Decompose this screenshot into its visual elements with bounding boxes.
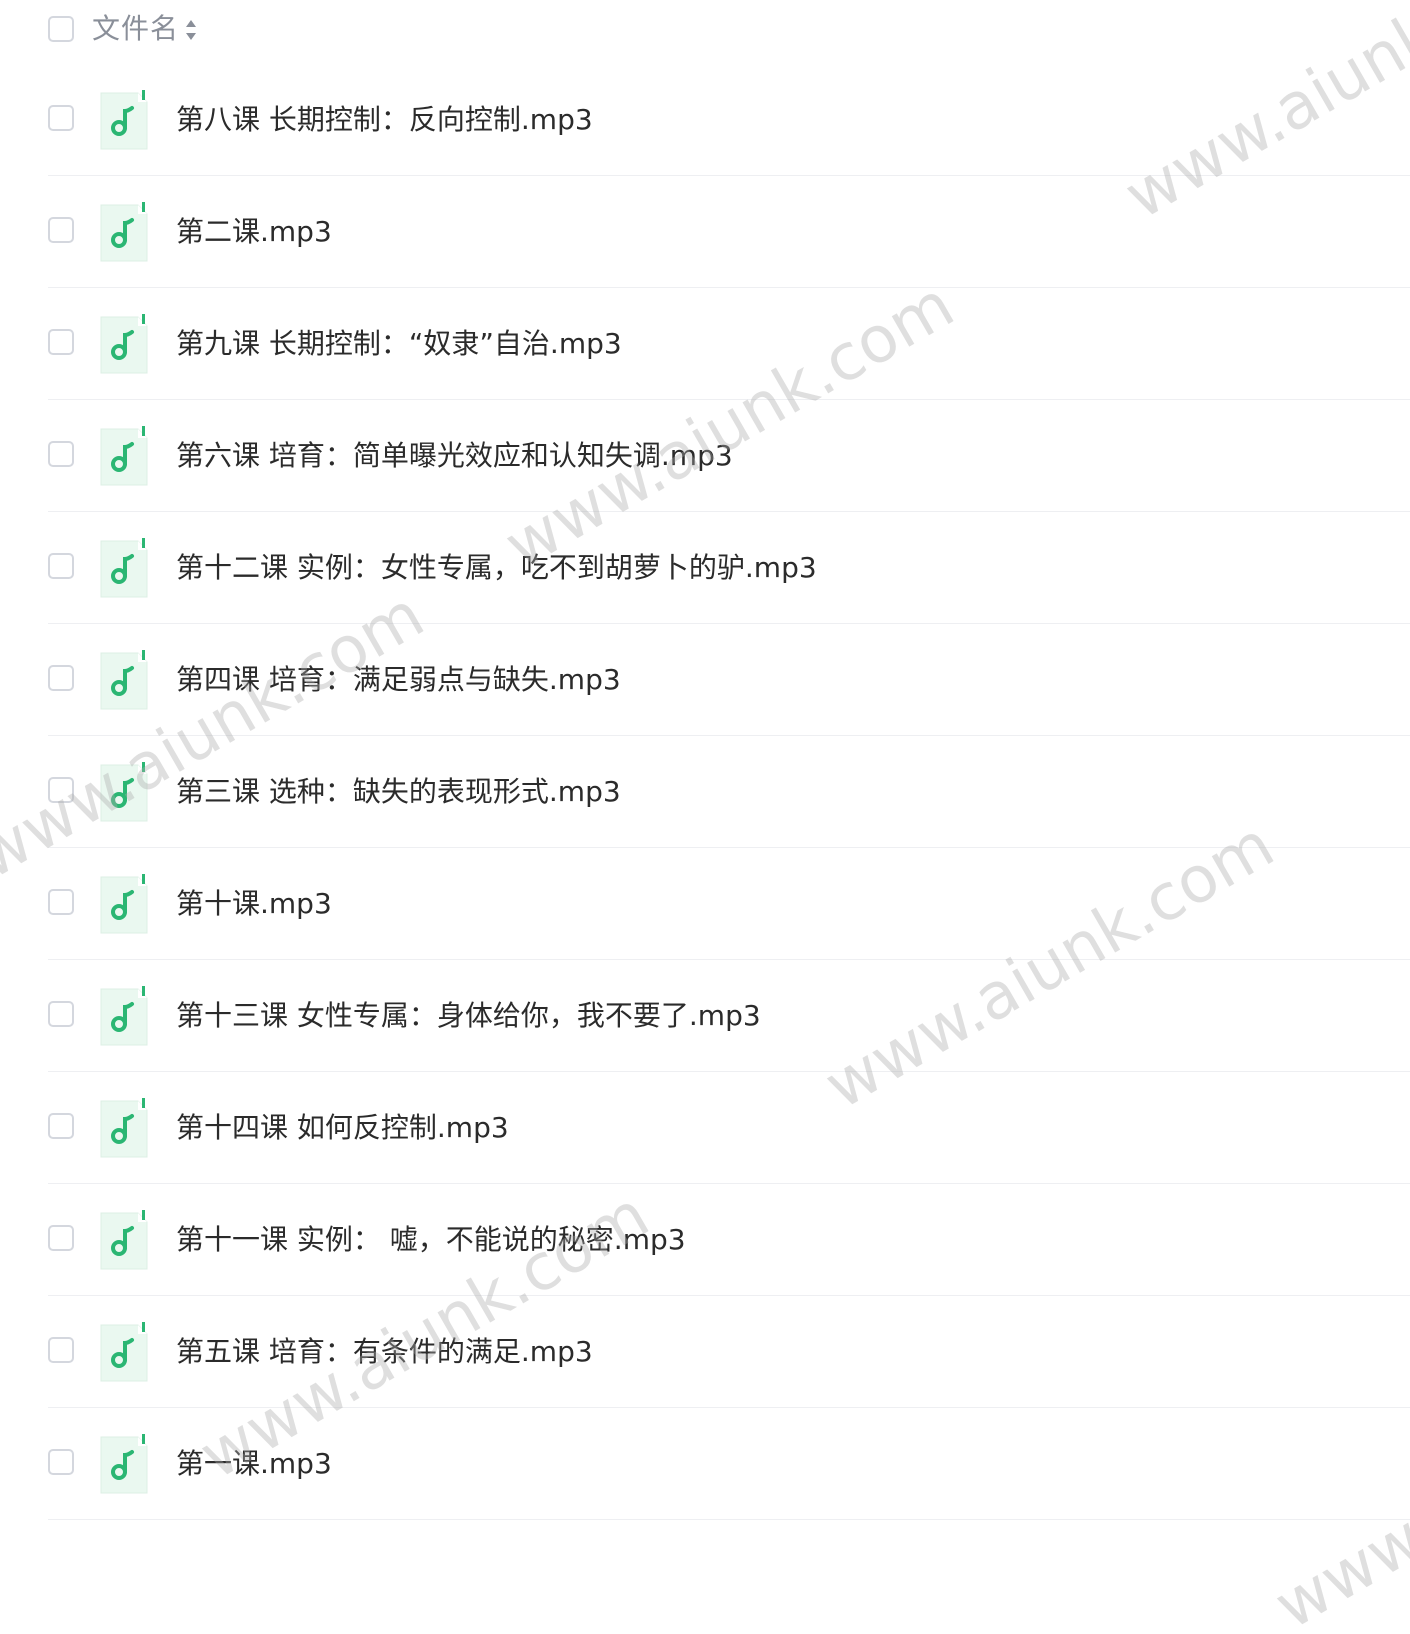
file-name[interactable]: 第一课.mp3: [176, 1444, 332, 1484]
file-row[interactable]: 第二课.mp3: [0, 176, 1410, 288]
file-name[interactable]: 第十四课 如何反控制.mp3: [176, 1108, 509, 1148]
file-checkbox[interactable]: [48, 1337, 74, 1363]
file-list-page: 文件名 第八课 长期控制：反向控制.mp3 第二课.mp3 第九课 长期控制：“…: [0, 0, 1410, 1634]
file-checkbox[interactable]: [48, 777, 74, 803]
file-checkbox[interactable]: [48, 553, 74, 579]
file-row[interactable]: 第四课 培育：满足弱点与缺失.mp3: [0, 624, 1410, 736]
file-name[interactable]: 第二课.mp3: [176, 212, 332, 252]
music-note-icon: [100, 650, 148, 710]
file-row[interactable]: 第九课 长期控制：“奴隶”自治.mp3: [0, 288, 1410, 400]
file-checkbox[interactable]: [48, 665, 74, 691]
file-name[interactable]: 第十二课 实例：女性专属，吃不到胡萝卜的驴.mp3: [176, 548, 817, 588]
file-checkbox[interactable]: [48, 1225, 74, 1251]
file-checkbox[interactable]: [48, 889, 74, 915]
file-checkbox[interactable]: [48, 329, 74, 355]
music-note-icon: [100, 1322, 148, 1382]
file-checkbox[interactable]: [48, 1113, 74, 1139]
file-row[interactable]: 第一课.mp3: [0, 1408, 1410, 1520]
file-row[interactable]: 第八课 长期控制：反向控制.mp3: [0, 64, 1410, 176]
file-row[interactable]: 第十三课 女性专属：身体给你，我不要了.mp3: [0, 960, 1410, 1072]
file-row[interactable]: 第三课 选种：缺失的表现形式.mp3: [0, 736, 1410, 848]
file-row[interactable]: 第十二课 实例：女性专属，吃不到胡萝卜的驴.mp3: [0, 512, 1410, 624]
file-name[interactable]: 第九课 长期控制：“奴隶”自治.mp3: [176, 324, 622, 364]
file-name[interactable]: 第四课 培育：满足弱点与缺失.mp3: [176, 660, 621, 700]
file-name[interactable]: 第十三课 女性专属：身体给你，我不要了.mp3: [176, 996, 761, 1036]
file-checkbox[interactable]: [48, 105, 74, 131]
file-checkbox[interactable]: [48, 1001, 74, 1027]
music-note-icon: [100, 538, 148, 598]
file-row[interactable]: 第十课.mp3: [0, 848, 1410, 960]
file-row[interactable]: 第十一课 实例： 嘘，不能说的秘密.mp3: [0, 1184, 1410, 1296]
music-note-icon: [100, 986, 148, 1046]
file-name[interactable]: 第十课.mp3: [176, 884, 332, 924]
file-name[interactable]: 第八课 长期控制：反向控制.mp3: [176, 100, 593, 140]
file-name[interactable]: 第三课 选种：缺失的表现形式.mp3: [176, 772, 621, 812]
music-note-icon: [100, 314, 148, 374]
file-list-header: 文件名: [0, 0, 1410, 60]
music-note-icon: [100, 426, 148, 486]
music-note-icon: [100, 874, 148, 934]
file-name[interactable]: 第十一课 实例： 嘘，不能说的秘密.mp3: [176, 1220, 686, 1260]
file-checkbox[interactable]: [48, 1449, 74, 1475]
sort-icon[interactable]: [184, 18, 198, 42]
select-all-checkbox[interactable]: [48, 16, 74, 42]
file-checkbox[interactable]: [48, 217, 74, 243]
music-note-icon: [100, 202, 148, 262]
file-name[interactable]: 第六课 培育：简单曝光效应和认知失调.mp3: [176, 436, 733, 476]
file-checkbox[interactable]: [48, 441, 74, 467]
row-divider: [48, 1519, 1410, 1520]
filename-column-header[interactable]: 文件名: [92, 10, 179, 48]
file-row[interactable]: 第十四课 如何反控制.mp3: [0, 1072, 1410, 1184]
music-note-icon: [100, 90, 148, 150]
music-note-icon: [100, 1434, 148, 1494]
file-row[interactable]: 第五课 培育：有条件的满足.mp3: [0, 1296, 1410, 1408]
file-row[interactable]: 第六课 培育：简单曝光效应和认知失调.mp3: [0, 400, 1410, 512]
file-name[interactable]: 第五课 培育：有条件的满足.mp3: [176, 1332, 593, 1372]
file-list: 第八课 长期控制：反向控制.mp3 第二课.mp3 第九课 长期控制：“奴隶”自…: [0, 64, 1410, 1520]
music-note-icon: [100, 762, 148, 822]
music-note-icon: [100, 1098, 148, 1158]
music-note-icon: [100, 1210, 148, 1270]
